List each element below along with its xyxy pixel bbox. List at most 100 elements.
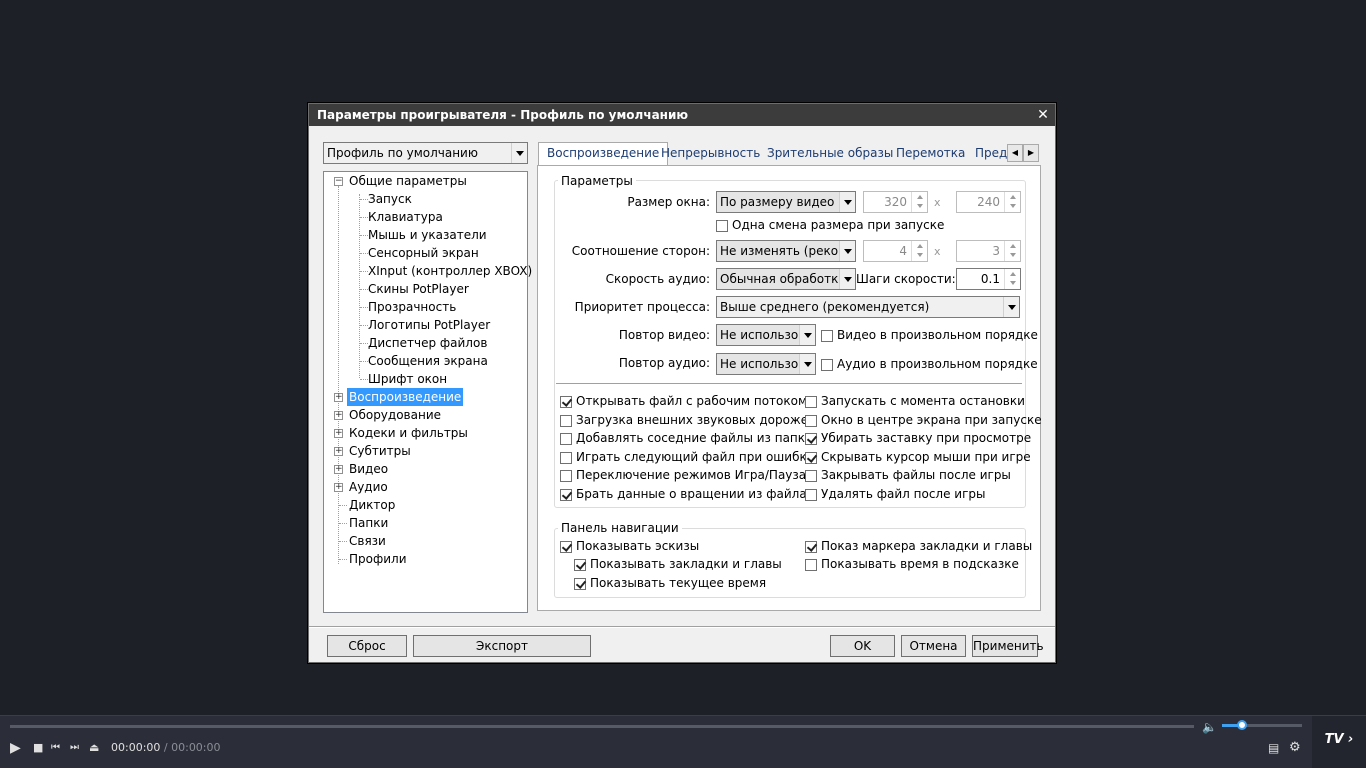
tv-button[interactable]: TV › [1312, 716, 1366, 768]
play-icon[interactable]: ▶ [10, 738, 21, 758]
volume-slider[interactable] [1222, 720, 1302, 730]
expand-icon[interactable]: + [334, 411, 343, 420]
checkbox-icon [716, 220, 728, 232]
video-shuffle-label: Видео в произвольном порядке [837, 328, 1038, 342]
tree-item-general-8[interactable]: Диспетчер файлов [368, 334, 487, 352]
settings-tree[interactable]: − Общие параметры Запуск Клавиатура Мышь и… [323, 171, 532, 613]
tree-item-general-6[interactable]: Прозрачность [368, 298, 456, 316]
expand-icon[interactable]: + [334, 429, 343, 438]
reset-button[interactable]: Сброс [327, 635, 407, 657]
tree-item-general-0[interactable]: Запуск [368, 190, 412, 208]
aspect-width-spin[interactable]: 4 [863, 240, 928, 262]
options_right-checkbox-3[interactable]: Скрывать курсор мыши при игре [805, 450, 1031, 466]
tree-item-general-1[interactable]: Клавиатура [368, 208, 443, 226]
tree-item-general-4[interactable]: XInput (контроллер XBOX) [368, 262, 532, 280]
tree-item-expand-4[interactable]: Видео [349, 460, 388, 478]
profile-select[interactable]: Профиль по умолчанию [323, 142, 528, 164]
tab-scroll-left-icon[interactable]: ◀ [1007, 144, 1023, 162]
repeat-video-label: Повтор видео: [618, 328, 710, 342]
resize-once-checkbox[interactable]: Одна смена размера при запуске [716, 218, 944, 234]
tree-item-general-3[interactable]: Сенсорный экран [368, 244, 479, 262]
volume-knob[interactable] [1237, 720, 1247, 730]
repeat-audio-select[interactable]: Не использов [716, 353, 816, 375]
apply-button[interactable]: Применить [972, 635, 1044, 657]
audio-speed-select[interactable]: Обычная обработка [716, 268, 856, 290]
tree-item-general-2[interactable]: Мышь и указатели [368, 226, 487, 244]
window-width-spin[interactable]: 320 [863, 191, 928, 213]
options_left-checkbox-3[interactable]: Играть следующий файл при ошибке [560, 450, 814, 466]
options_right-checkbox-2[interactable]: Убирать заставку при просмотре [805, 431, 1031, 447]
tab-1[interactable]: Непрерывность [653, 143, 768, 165]
show-bookmarks-checkbox[interactable]: Показывать закладки и главы [574, 557, 782, 573]
tree-item-expand-0[interactable]: Воспроизведение [347, 388, 464, 406]
tree-item-general-7[interactable]: Логотипы PotPlayer [368, 316, 490, 334]
repeat-video-select[interactable]: Не использов [716, 324, 816, 346]
gear-icon[interactable]: ⚙ [1289, 738, 1301, 758]
time-current: 00:00:00 [111, 741, 161, 754]
dialog-titlebar[interactable]: Параметры проигрывателя - Профиль по умо… [309, 104, 1055, 126]
expand-icon[interactable]: + [334, 393, 343, 402]
seek-bar[interactable] [10, 725, 1194, 728]
expand-icon[interactable]: + [334, 447, 343, 456]
tree-item-expand-3[interactable]: Субтитры [349, 442, 411, 460]
tab-0[interactable]: Воспроизведение [538, 142, 669, 166]
tree-item-general-5[interactable]: Скины PotPlayer [368, 280, 469, 298]
aspect-height-spin[interactable]: 3 [956, 240, 1021, 262]
show-marker-checkbox[interactable]: Показ маркера закладки и главы [805, 539, 1032, 555]
tree-item-plain-2[interactable]: Связи [349, 532, 386, 550]
collapse-icon[interactable]: − [334, 177, 343, 186]
show-thumbs-checkbox[interactable]: Показывать эскизы [560, 539, 699, 555]
expand-icon[interactable]: + [334, 465, 343, 474]
options_left-checkbox-1[interactable]: Загрузка внешних звуковых дорожек [560, 413, 815, 429]
options_left-checkbox-0[interactable]: Открывать файл с рабочим потоком [560, 394, 807, 410]
eject-icon[interactable]: ⏏ [89, 738, 99, 758]
priority-select[interactable]: Выше среднего (рекомендуется) [716, 296, 1020, 318]
spin-arrows-icon[interactable] [1004, 192, 1020, 212]
tree-item-expand-5[interactable]: Аудио [349, 478, 388, 496]
options_left-checkbox-5[interactable]: Брать данные о вращении из файла [560, 487, 807, 503]
spin-arrows-icon[interactable] [911, 241, 927, 261]
tree-item-expand-1[interactable]: Оборудование [349, 406, 441, 424]
spin-arrows-icon[interactable] [1004, 241, 1020, 261]
aspect-label: Соотношение сторон: [571, 244, 710, 258]
show-tooltip-time-checkbox[interactable]: Показывать время в подсказке [805, 557, 1019, 573]
tree-item-general[interactable]: Общие параметры [349, 172, 467, 190]
tree-item-general-10[interactable]: Шрифт окон [368, 370, 447, 388]
speed-step-value: 0.1 [980, 272, 1000, 286]
aspect-select[interactable]: Не изменять (рекоме [716, 240, 856, 262]
options_right-checkbox-5[interactable]: Удалять файл после игры [805, 487, 985, 503]
tab-2[interactable]: Зрительные образы [759, 143, 901, 165]
spin-arrows-icon[interactable] [1004, 269, 1020, 289]
speed-step-spin[interactable]: 0.1 [956, 268, 1021, 290]
options_right-checkbox-0[interactable]: Запускать с момента остановки [805, 394, 1025, 410]
options_right-checkbox-4[interactable]: Закрывать файлы после игры [805, 468, 1011, 484]
tab-3[interactable]: Перемотка [888, 143, 973, 165]
tab-scroll-right-icon[interactable]: ▶ [1023, 144, 1039, 162]
tree-item-expand-2[interactable]: Кодеки и фильтры [349, 424, 468, 442]
options_left-checkbox-4[interactable]: Переключение режимов Игра/Пауза [560, 468, 806, 484]
stop-icon[interactable]: ■ [33, 738, 43, 758]
tree-item-plain-3[interactable]: Профили [349, 550, 407, 568]
tree-item-plain-0[interactable]: Диктор [349, 496, 395, 514]
options_right-checkbox-1[interactable]: Окно в центре экрана при запуске [805, 413, 1042, 429]
cancel-button[interactable]: Отмена [901, 635, 966, 657]
window-height-spin[interactable]: 240 [956, 191, 1021, 213]
spin-arrows-icon[interactable] [911, 192, 927, 212]
show-time-checkbox[interactable]: Показывать текущее время [574, 576, 766, 592]
options_left-checkbox-2[interactable]: Добавлять соседние файлы из папки [560, 431, 813, 447]
previous-icon[interactable]: ⏮ [51, 738, 60, 758]
close-icon[interactable]: ✕ [1035, 104, 1051, 126]
show-thumbs-label: Показывать эскизы [576, 539, 700, 553]
tree-item-general-9[interactable]: Сообщения экрана [368, 352, 488, 370]
window-size-select[interactable]: По размеру видео [716, 191, 856, 213]
options_right-label-1: Окно в центре экрана при запуске [821, 412, 1042, 427]
expand-icon[interactable]: + [334, 483, 343, 492]
speaker-icon[interactable]: 🔈 [1202, 717, 1217, 737]
next-icon[interactable]: ⏭ [70, 738, 79, 758]
audio-shuffle-checkbox[interactable]: Аудио в произвольном порядке [821, 357, 1038, 373]
ok-button[interactable]: OK [830, 635, 895, 657]
playlist-icon[interactable]: ▤ [1268, 738, 1279, 758]
export-button[interactable]: Экспорт [413, 635, 591, 657]
tree-item-plain-1[interactable]: Папки [349, 514, 388, 532]
video-shuffle-checkbox[interactable]: Видео в произвольном порядке [821, 328, 1038, 344]
